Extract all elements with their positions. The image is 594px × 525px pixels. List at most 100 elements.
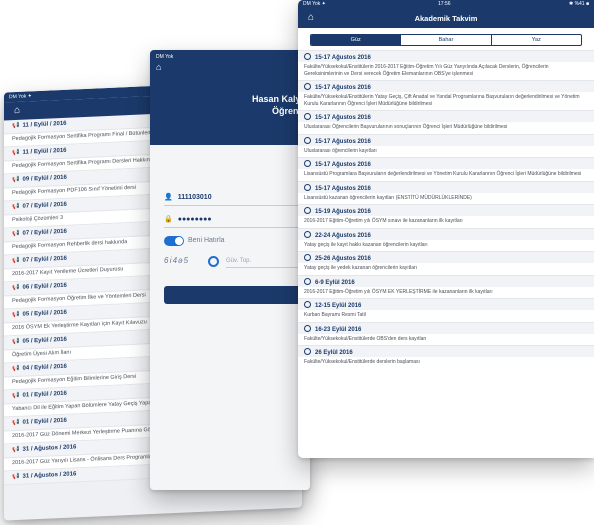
calendar-date: 15-17 Ağustos 2016	[298, 50, 594, 62]
calendar-event: 2016-2017 Eğitim-Öğretim yılı ÖSYM sınav…	[304, 218, 463, 224]
status-carrier: DM Yok	[156, 54, 174, 60]
status-time: 17:56	[438, 1, 451, 7]
clock-icon	[304, 348, 311, 355]
calendar-date: 16-23 Eylül 2016	[298, 321, 594, 334]
calendar-event: Fakülte/Yüksekokul/Enstitülerde OBS'den …	[304, 335, 427, 342]
calendar-date: 15-17 Ağustos 2016	[298, 133, 594, 146]
megaphone-icon: 📢	[12, 338, 20, 346]
row-text: Psikoloji Çözümleri 3	[12, 214, 64, 223]
row-text: 07 / Eylül / 2016	[22, 228, 67, 237]
page-title: Akademik Takvim	[414, 14, 478, 23]
megaphone-icon: 📢	[12, 176, 20, 184]
calendar-date: 15-17 Ağustos 2016	[298, 157, 594, 169]
calendar-list: 15-17 Ağustos 2016 Fakülte/Yüksekokul/Ens…	[298, 50, 594, 369]
calendar-event: Yatay geçiş ile yedek kazanan öğrenciler…	[304, 265, 418, 271]
calendar-date-text: 12-15 Eylül 2016	[315, 303, 362, 309]
remember-me-toggle[interactable]	[164, 236, 184, 246]
calendar-tablet: DM Yok ✦ 17:56 ✱ %41 ■ ⌂ Akademik Takvim…	[298, 0, 594, 458]
megaphone-icon: 📢	[12, 419, 20, 427]
row-text: Pedagojik Formasyon Eğitim Bilimlerine G…	[12, 373, 137, 385]
row-text: 06 / Eylül / 2016	[22, 282, 67, 291]
clock-icon	[304, 207, 311, 214]
calendar-date-text: 25-26 Ağustos 2016	[315, 256, 371, 262]
megaphone-icon: 📢	[12, 473, 20, 481]
row-text: 31 / Ağustos / 2016	[22, 444, 77, 453]
refresh-captcha-button[interactable]	[208, 256, 219, 267]
tab-2[interactable]: Yaz	[490, 35, 581, 45]
password-field[interactable]: 🔒 ●●●●●●●●	[164, 212, 304, 228]
row-text: 11 / Eylül / 2016	[22, 147, 67, 156]
login-header: DM Yok ⌂ Hasan Kalyo Öğrenci	[150, 50, 310, 145]
clock-icon	[304, 183, 311, 191]
row-text: Pedagojik Formasyon Rehberlik dersi hakk…	[12, 238, 128, 250]
megaphone-icon: 📢	[12, 284, 20, 292]
calendar-event: 2016-2017 Eğitim-Öğretim yılı ÖSYM EK YE…	[304, 288, 493, 295]
calendar-date-text: 15-19 Ağustos 2016	[315, 209, 371, 215]
calendar-event: Fakülte/Yüksekokul/Enstitülerde dersleri…	[304, 359, 420, 365]
remember-me-label: Beni Hatırla	[188, 237, 225, 244]
calendar-date: 22-24 Ağustos 2016	[298, 227, 594, 240]
calendar-date-text: 15-17 Ağustos 2016	[315, 185, 371, 192]
status-carrier: DM Yok ✦	[9, 93, 32, 101]
row-text: 07 / Eylül / 2016	[22, 201, 67, 210]
login-tablet: DM Yok ⌂ Hasan Kalyo Öğrenci 👤 111103010 …	[150, 50, 310, 490]
calendar-date: 25-26 Ağustos 2016	[298, 251, 594, 263]
row-text: 05 / Eylül / 2016	[22, 336, 67, 345]
megaphone-icon: 📢	[12, 257, 20, 265]
calendar-date-text: 15-17 Ağustos 2016	[315, 85, 371, 91]
calendar-date: 15-19 Ağustos 2016	[298, 204, 594, 216]
calendar-event: Yatay geçiş ile kayıt hakkı kazanan öğre…	[304, 241, 428, 248]
calendar-event: Uluslararası öğrencilerin kayıtları	[304, 147, 377, 154]
semester-tabs: Güz Bahar Yaz	[310, 34, 582, 46]
login-button[interactable]	[164, 286, 308, 304]
megaphone-icon: 📢	[12, 203, 20, 211]
calendar-date-text: 15-17 Ağustos 2016	[315, 115, 371, 121]
username-value: 111103010	[177, 194, 212, 201]
clock-icon	[304, 277, 311, 285]
calendar-date-text: 15-17 Ağustos 2016	[315, 162, 371, 168]
calendar-date: 12-15 Eylül 2016	[298, 298, 594, 310]
status-battery: ✱ %41 ■	[569, 1, 589, 7]
calendar-date-text: 26 Eylül 2016	[315, 350, 353, 356]
security-code-input[interactable]: Güv. Top.	[226, 255, 304, 268]
calendar-date: 15-17 Ağustos 2016	[298, 180, 594, 193]
lock-icon: 🔒	[164, 216, 173, 223]
calendar-date-text: 6-9 Eylül 2016	[315, 279, 355, 286]
calendar-date: 15-17 Ağustos 2016	[298, 110, 594, 122]
row-text: 07 / Eylül / 2016	[22, 255, 67, 264]
tab-1[interactable]: Bahar	[400, 35, 490, 45]
username-field[interactable]: 👤 111103010	[164, 190, 304, 206]
row-text: Öğretim Üyesi Alım İlanı	[12, 349, 71, 358]
status-bar: DM Yok ✦ 17:56 ✱ %41 ■	[298, 0, 594, 9]
calendar-date-text: 15-17 Ağustos 2016	[315, 138, 371, 145]
clock-icon	[304, 301, 311, 308]
row-text: 05 / Eylül / 2016	[22, 309, 67, 318]
megaphone-icon: 📢	[12, 365, 20, 373]
tab-0[interactable]: Güz	[311, 35, 401, 45]
clock-icon	[304, 113, 311, 120]
clock-icon	[304, 83, 311, 90]
calendar-date-text: 15-17 Ağustos 2016	[315, 55, 371, 61]
calendar-event: Lisansüstü Programlara Başvuruların değe…	[304, 171, 582, 177]
row-text: 01 / Eylül / 2016	[22, 417, 67, 426]
home-icon[interactable]: ⌂	[14, 105, 20, 116]
clock-icon	[304, 254, 311, 261]
calendar-event: Fakülte/Yüksekokul/Enstitülerin Yatay Ge…	[304, 94, 580, 107]
row-text: 01 / Eylül / 2016	[22, 390, 67, 399]
home-icon[interactable]: ⌂	[156, 62, 161, 72]
password-value: ●●●●●●●●	[177, 216, 212, 223]
calendar-date: 6-9 Eylül 2016	[298, 274, 594, 287]
megaphone-icon: 📢	[12, 230, 20, 238]
megaphone-icon: 📢	[12, 149, 20, 157]
clock-icon	[304, 230, 311, 238]
calendar-date: 15-17 Ağustos 2016	[298, 80, 594, 92]
calendar-event: Fakülte/Yüksekokul/Enstitülerin 2016-201…	[304, 64, 549, 77]
megaphone-icon: 📢	[12, 392, 20, 400]
clock-icon	[304, 160, 311, 167]
clock-icon	[304, 324, 311, 332]
row-text: 04 / Eylül / 2016	[22, 363, 67, 372]
megaphone-icon: 📢	[12, 446, 20, 454]
calendar-date: 26 Eylül 2016	[298, 345, 594, 357]
row-text: 31 / Ağustos / 2016	[22, 471, 77, 480]
calendar-event: Lisansüstü kazanan öğrencilerin kayıtlar…	[304, 194, 472, 201]
